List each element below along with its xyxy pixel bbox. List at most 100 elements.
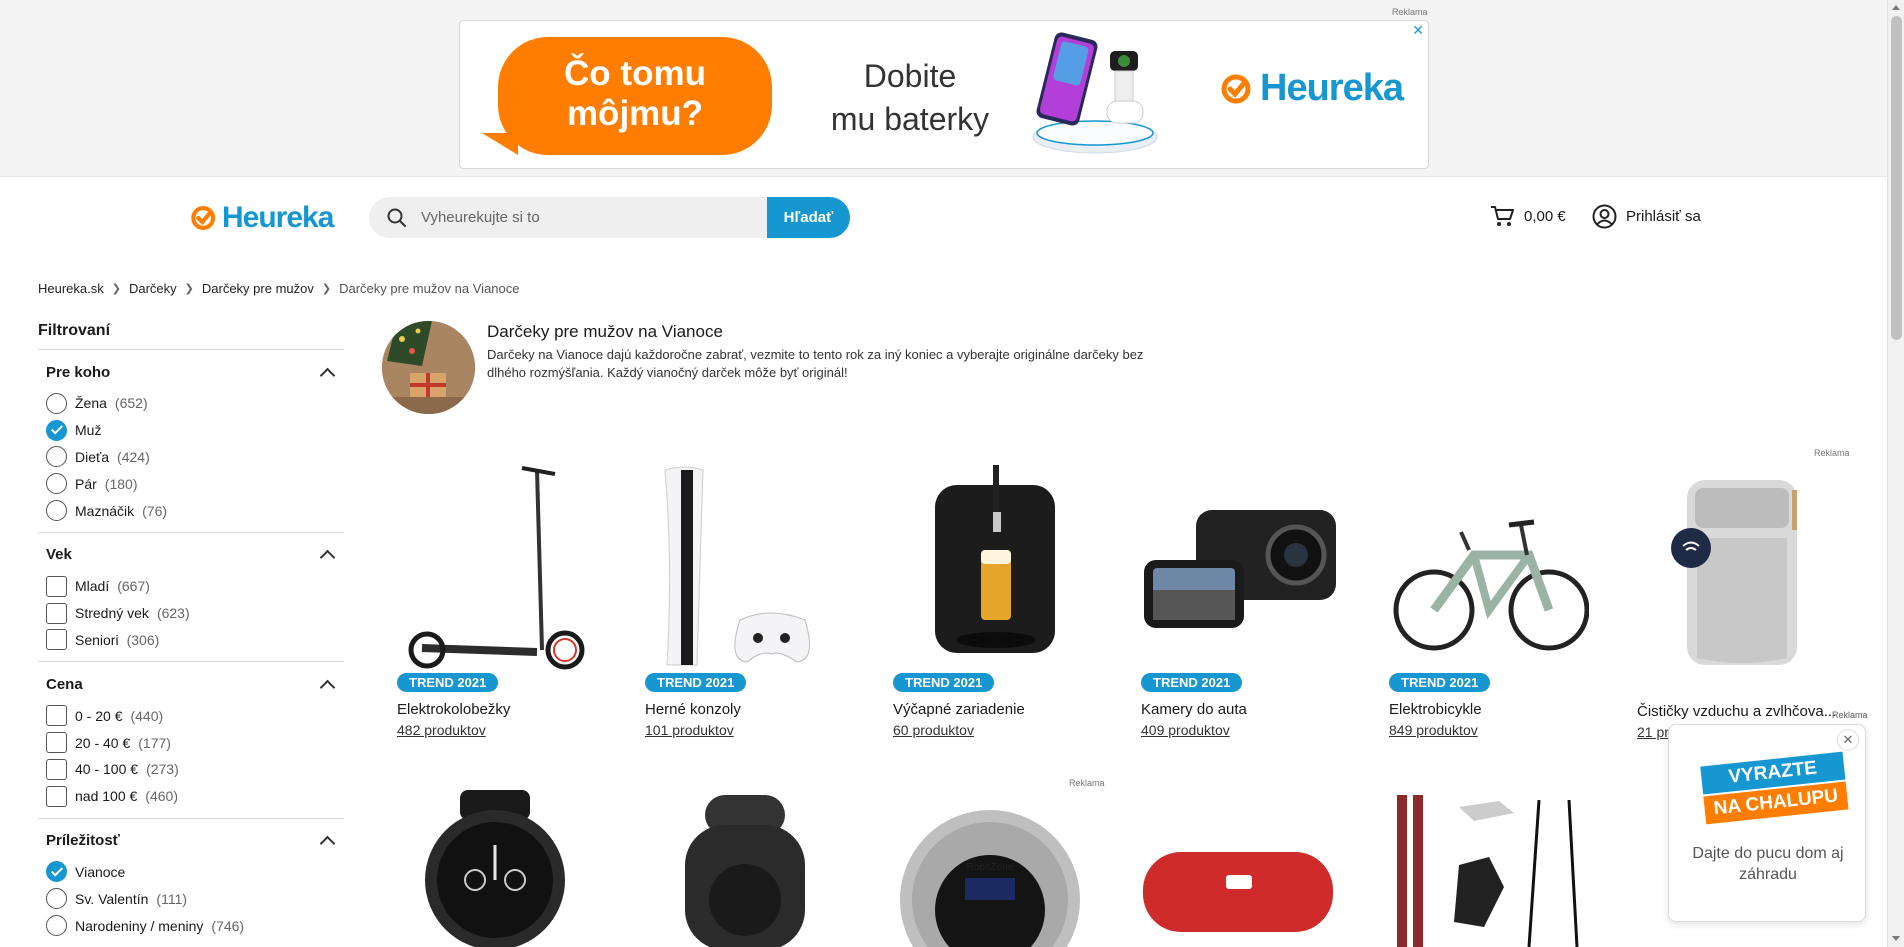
filter-option-stredny-vek[interactable]: Stredný vek (623) [46, 600, 336, 627]
product-name[interactable]: Elektrokolobežky [397, 701, 510, 718]
product-name[interactable]: Čističky vzduchu a zvlhčova... [1637, 703, 1836, 720]
filter-group-header[interactable]: Pre koho [46, 360, 336, 384]
radio-button[interactable] [46, 500, 67, 522]
search-button[interactable]: Hľadať [767, 197, 850, 238]
filter-option-vianoce[interactable]: Vianoce [46, 859, 336, 886]
checkbox[interactable] [46, 705, 67, 727]
filter-group-title: Cena [46, 675, 83, 693]
close-icon[interactable]: ✕ [1837, 729, 1859, 751]
breadcrumb-item-home[interactable]: Heureka.sk [38, 281, 104, 296]
filter-option-narodeniny[interactable]: Narodeniny / meniny (746) [46, 912, 336, 939]
product-count-link[interactable]: 101 produktov [645, 722, 734, 738]
chevron-up-icon[interactable] [319, 550, 336, 566]
filter-option-muz[interactable]: Muž [46, 417, 336, 444]
filter-option-price-0-20[interactable]: 0 - 20 € (440) [46, 702, 336, 729]
search-field [369, 197, 767, 238]
option-label: Dieťa [75, 448, 110, 465]
radio-button[interactable] [46, 915, 67, 937]
product-name[interactable]: Herné konzoly [645, 701, 741, 718]
product-image-unicycle[interactable] [665, 790, 825, 947]
product-count-link[interactable]: 21 pr [1637, 724, 1669, 740]
user-icon [1592, 204, 1617, 229]
scroll-up-arrow-icon[interactable] [1892, 5, 1900, 10]
christmas-gift-image [382, 321, 475, 414]
radio-button-checked[interactable] [46, 861, 67, 883]
ad-banner[interactable]: ✕ Čo tomu môjmu? Dobite mu baterky Heure… [459, 20, 1429, 169]
filter-group-header[interactable]: Vek [46, 543, 336, 567]
filter-option-price-over-100[interactable]: nad 100 € (460) [46, 783, 336, 810]
product-name[interactable]: Elektrobicykle [1389, 701, 1482, 718]
site-logo[interactable]: Heureka [190, 201, 334, 235]
filter-group-header[interactable]: Cena [46, 672, 336, 696]
product-image-robot-vacuum[interactable]: RoboZone [895, 800, 1085, 947]
chevron-up-icon[interactable] [319, 679, 336, 696]
chevron-up-icon[interactable] [319, 835, 336, 852]
check-icon [50, 422, 63, 435]
radio-button-checked[interactable] [46, 419, 67, 441]
option-count: (746) [211, 917, 245, 934]
radio-button[interactable] [46, 888, 67, 910]
checkbox[interactable] [46, 575, 67, 597]
breadcrumb-item-gifts-men[interactable]: Darčeky pre mužov [202, 281, 314, 296]
chevron-right-icon: ❯ [111, 283, 121, 295]
search-input[interactable] [421, 209, 761, 226]
login-button[interactable]: Prihlásiť sa [1592, 204, 1701, 229]
filter-option-dieta[interactable]: Dieťa (424) [46, 444, 336, 471]
radio-button[interactable] [46, 473, 67, 495]
vertical-scrollbar[interactable] [1887, 0, 1904, 947]
checkbox[interactable] [46, 785, 67, 807]
radio-button[interactable] [46, 392, 67, 414]
category-title: Darčeky pre mužov na Vianoce [487, 322, 723, 341]
option-count: (76) [142, 502, 168, 519]
filter-option-price-40-100[interactable]: 40 - 100 € (273) [46, 756, 336, 783]
product-count-link[interactable]: 482 produktov [397, 722, 486, 738]
chevron-up-icon[interactable] [319, 367, 336, 383]
product-image-speaker[interactable] [1141, 840, 1341, 947]
checkbox[interactable] [46, 732, 67, 754]
top-ad-zone: Reklama ✕ Čo tomu môjmu? Dobite mu bater… [0, 0, 1887, 177]
checkbox[interactable] [46, 758, 67, 780]
scrollbar-thumb[interactable] [1891, 16, 1902, 340]
product-count-link[interactable]: 409 produktov [1141, 722, 1230, 738]
product-card[interactable]: TREND 2021 Elektrobicykle 849 produktov [1389, 460, 1590, 738]
option-label: Pár [75, 475, 97, 492]
product-image-ski-gear[interactable] [1389, 795, 1589, 947]
option-label: 20 - 40 € [75, 734, 131, 751]
chevron-right-icon: ❯ [321, 283, 332, 295]
cart-button[interactable]: 0,00 € [1490, 205, 1566, 227]
product-card[interactable]: TREND 2021 Kamery do auta 409 produktov [1141, 460, 1341, 738]
breadcrumb-item-current: Darčeky pre mužov na Vianoce [339, 281, 520, 296]
product-count-link[interactable]: 60 produktov [893, 722, 974, 738]
product-card[interactable]: Čističky vzduchu a zvlhčova... 21 pr Rek… [1637, 460, 1868, 740]
product-card[interactable]: TREND 2021 Výčapné zariadenie 60 produkt… [893, 460, 1093, 738]
trend-badge: TREND 2021 [397, 673, 499, 692]
checkbox[interactable] [46, 602, 67, 624]
breadcrumb-item-gifts[interactable]: Darčeky [129, 281, 177, 296]
page: Reklama ✕ Čo tomu môjmu? Dobite mu bater… [0, 0, 1904, 947]
checkbox[interactable] [46, 629, 67, 651]
filter-option-mladi[interactable]: Mladí (667) [46, 573, 336, 600]
scroll-down-arrow-icon[interactable] [1892, 936, 1900, 941]
filter-option-zena[interactable]: Žena (652) [46, 390, 336, 417]
option-label: Žena [75, 395, 107, 412]
product-image-air-purifier [1671, 480, 1797, 665]
filter-option-valentin[interactable]: Sv. Valentín (111) [46, 885, 336, 912]
product-card[interactable]: TREND 2021 Elektrokolobežky 482 produkto… [397, 460, 597, 738]
product-card[interactable]: TREND 2021 Herné konzoly 101 produktov [645, 460, 845, 738]
filter-group-header[interactable]: Príležitosť [46, 829, 336, 853]
product-image-scooter [408, 466, 585, 670]
option-count: (440) [130, 707, 164, 724]
product-count-link[interactable]: 849 produktov [1389, 722, 1478, 738]
product-name[interactable]: Výčapné zariadenie [893, 701, 1025, 718]
product-name[interactable]: Kamery do auta [1141, 701, 1247, 718]
filter-option-price-20-40[interactable]: 20 - 40 € (177) [46, 729, 336, 756]
popup-ad[interactable]: ✕ Reklama VYRAZTE NA CHALUPU Dajte do pu… [1668, 710, 1868, 922]
breadcrumb: Heureka.sk ❯ Darčeky ❯ Darčeky pre mužov… [38, 281, 520, 296]
filter-option-par[interactable]: Pár (180) [46, 470, 336, 497]
radio-button[interactable] [46, 446, 67, 468]
filter-option-seniori[interactable]: Seniori (306) [46, 627, 336, 654]
product-image-smartwatch[interactable] [405, 790, 585, 947]
ad-close-icon[interactable]: ✕ [1412, 22, 1424, 39]
ad-bubble-line2: môjmu? [566, 94, 704, 133]
filter-option-maznacik[interactable]: Maznáčik (76) [46, 497, 336, 524]
